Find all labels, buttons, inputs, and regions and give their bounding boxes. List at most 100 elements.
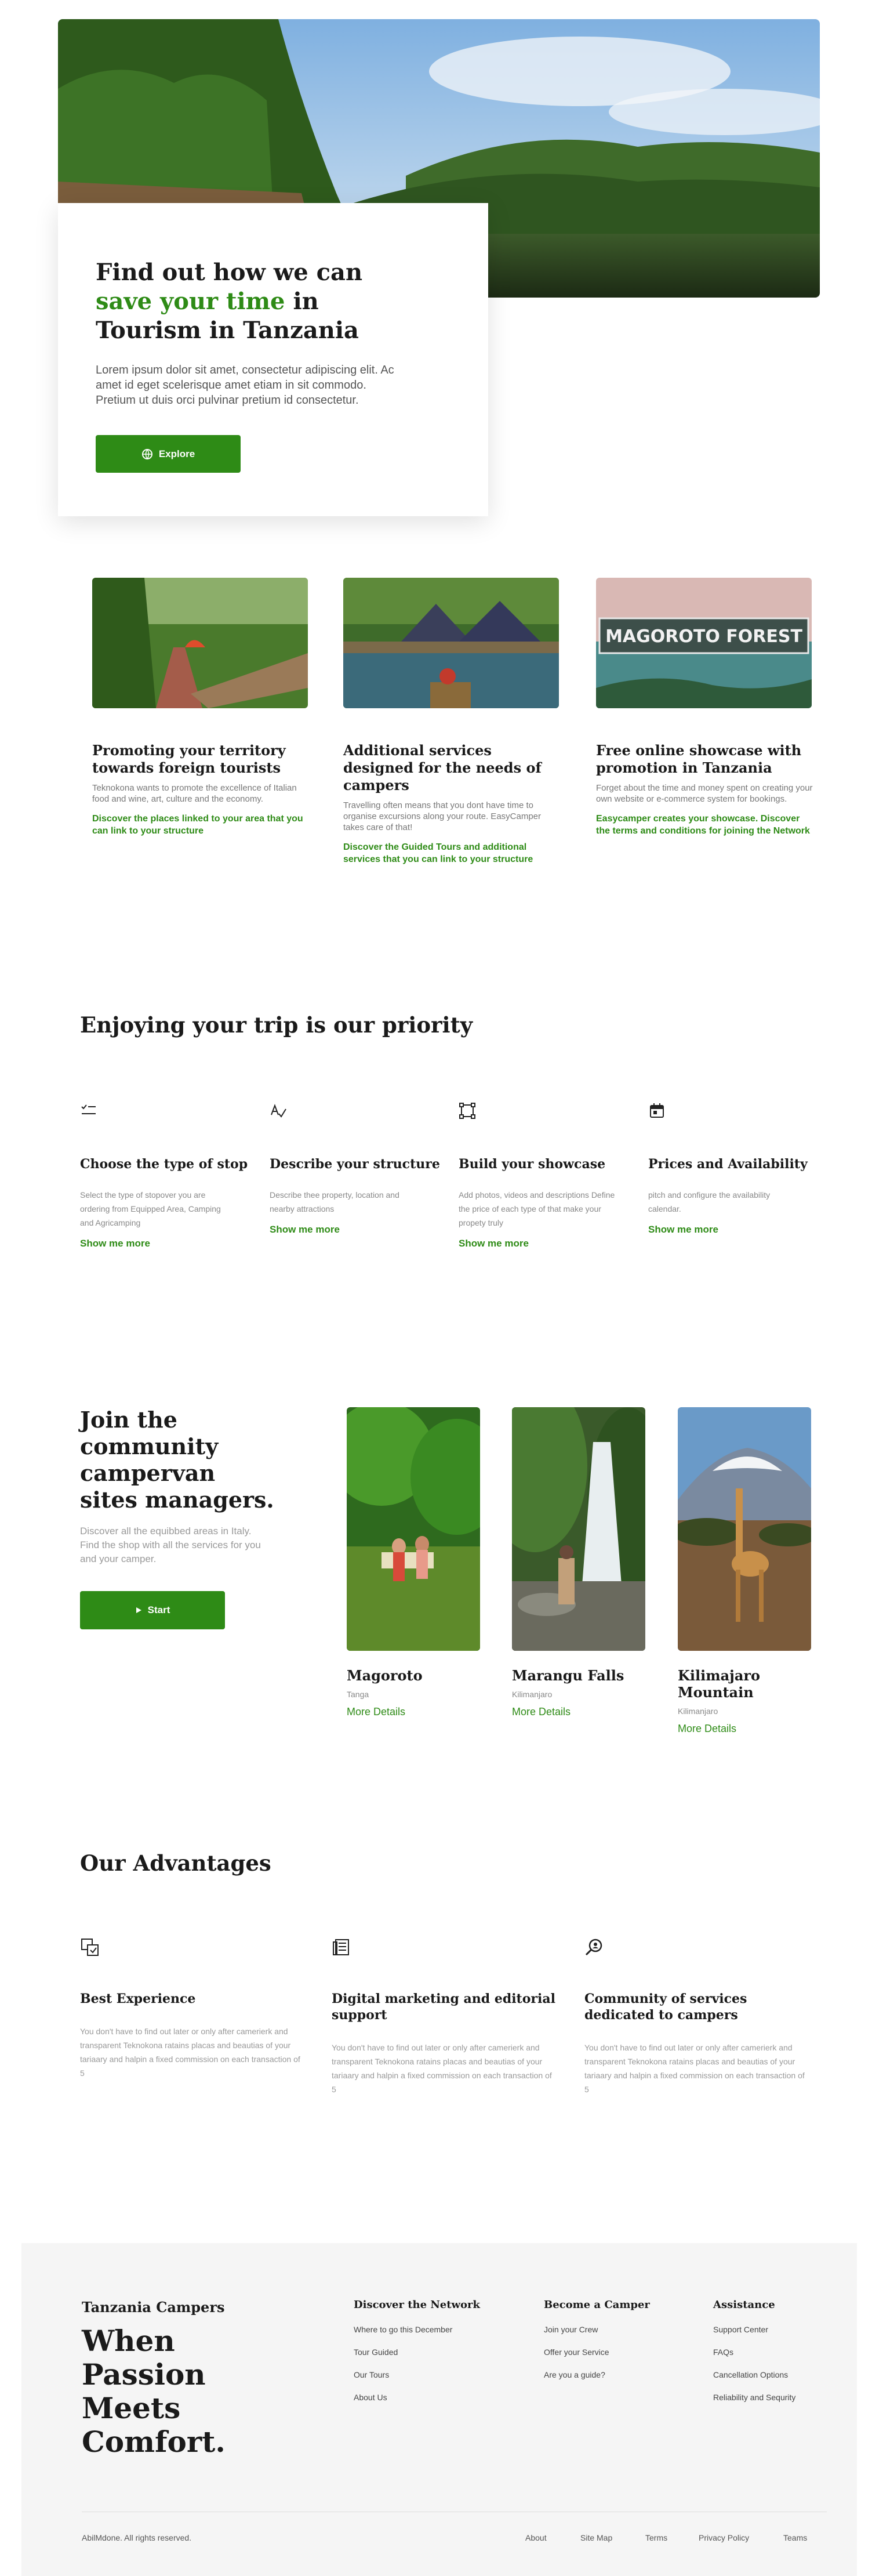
footer-link[interactable]: Join your Crew <box>544 2325 650 2334</box>
show-more-link[interactable]: Show me more <box>648 1224 822 1236</box>
list-check-icon <box>81 1104 96 1114</box>
step-description: Add photos, videos and descriptions Defi… <box>459 1190 615 1227</box>
footer-column-assistance: Assistance Support Center FAQs Cancellat… <box>713 2299 795 2415</box>
advantage-title: Community of services dedicated to campe… <box>584 1991 747 2023</box>
footer: Tanzania Campers When Passion Meets Comf… <box>21 2243 857 2576</box>
show-more-link[interactable]: Show me more <box>80 1238 254 1249</box>
start-button[interactable]: Start <box>80 1591 225 1629</box>
advantage-description: You don't have to find out later or only… <box>80 2027 300 2078</box>
feature-link[interactable]: Easycamper creates your showcase. Discov… <box>596 813 813 837</box>
experience-icon <box>81 1939 99 1956</box>
legal-link-terms[interactable]: Terms <box>645 2533 667 2542</box>
feature-link[interactable]: Discover the places linked to your area … <box>92 813 310 837</box>
feature-title: Free online showcase with promotion in T… <box>596 742 802 776</box>
vector-square-icon <box>459 1103 475 1119</box>
footer-link[interactable]: Support Center <box>713 2325 795 2334</box>
place-image-marangu-falls <box>512 1407 645 1651</box>
legal-link-privacy[interactable]: Privacy Policy <box>699 2533 749 2542</box>
feature-card: MAGOROTO FOREST Free online showcase wit… <box>596 578 813 837</box>
footer-brand: Tanzania Campers <box>82 2299 225 2316</box>
feature-title: Additional services designed for the nee… <box>343 742 542 794</box>
explore-button[interactable]: Explore <box>96 435 241 473</box>
search-community-icon <box>585 1939 602 1956</box>
footer-slogan: When Passion Meets Comfort. <box>82 2324 226 2459</box>
footer-link[interactable]: Are you a guide? <box>544 2370 650 2379</box>
footer-link[interactable]: Our Tours <box>354 2370 480 2379</box>
play-icon <box>136 1607 141 1613</box>
feature-description: Travelling often means that you dont hav… <box>343 800 542 832</box>
footer-column-title: Assistance <box>713 2299 775 2311</box>
footer-link[interactable]: Cancellation Options <box>713 2370 795 2379</box>
place-card[interactable]: Magoroto Tanga More Details <box>347 1407 497 1718</box>
footer-column-camper: Become a Camper Join your Crew Offer you… <box>544 2299 650 2393</box>
footer-link[interactable]: About Us <box>354 2393 480 2402</box>
community-description: Discover all the equibbed areas in Italy… <box>80 1526 261 1564</box>
advantage-card: Digital marketing and editorial support … <box>332 1937 558 2096</box>
step-card: Prices and Availability pitch and config… <box>648 1102 822 1236</box>
priority-section-title: Enjoying your trip is our priority <box>80 1012 473 1038</box>
footer-link[interactable]: Reliability and Sequrity <box>713 2393 795 2402</box>
step-title: Describe your structure <box>270 1157 440 1172</box>
more-details-link[interactable]: More Details <box>347 1706 497 1718</box>
step-description: pitch and configure the availability cal… <box>648 1190 771 1213</box>
step-title: Choose the type of stop <box>80 1157 248 1172</box>
place-image-magoroto <box>347 1407 480 1651</box>
step-title: Prices and Availability <box>648 1157 808 1172</box>
footer-link[interactable]: Where to go this December <box>354 2325 480 2334</box>
community-title: Join the community campervan sites manag… <box>80 1407 274 1513</box>
advantage-description: You don't have to find out later or only… <box>332 2043 552 2094</box>
place-card[interactable]: Kilimajaro Mountain Kilimanjaro More Det… <box>678 1407 829 1735</box>
place-region: Tanga <box>347 1690 369 1699</box>
footer-column-discover: Discover the Network Where to go this De… <box>354 2299 480 2415</box>
advantage-card: Community of services dedicated to campe… <box>584 1937 811 2096</box>
footer-link[interactable]: Offer your Service <box>544 2347 650 2357</box>
legal-link-about[interactable]: About <box>525 2533 547 2542</box>
feature-card: Promoting your territory towards foreign… <box>92 578 310 837</box>
advantage-card: Best Experience You don't have to find o… <box>80 1937 306 2080</box>
place-name: Magoroto <box>347 1667 423 1684</box>
advantages-section-title: Our Advantages <box>80 1850 271 1876</box>
feature-title: Promoting your territory towards foreign… <box>92 742 286 776</box>
step-card: Choose the type of stop Select the type … <box>80 1102 254 1249</box>
hero-card: Find out how we can save your time in To… <box>58 203 488 516</box>
show-more-link[interactable]: Show me more <box>459 1238 633 1249</box>
place-region: Kilimanjaro <box>512 1690 553 1699</box>
copyright: AbilMdone. All rights reserved. <box>82 2533 192 2542</box>
globe-icon <box>141 448 152 459</box>
place-region: Kilimanjaro <box>678 1707 718 1716</box>
footer-link[interactable]: FAQs <box>713 2347 795 2357</box>
step-description: Describe thee property, location and nea… <box>270 1190 399 1213</box>
feature-card: Additional services designed for the nee… <box>343 578 561 865</box>
feature-link[interactable]: Discover the Guided Tours and additional… <box>343 841 561 865</box>
footer-column-title: Become a Camper <box>544 2299 650 2311</box>
place-image-kilimanjaro <box>678 1407 811 1651</box>
footer-column-title: Discover the Network <box>354 2299 481 2311</box>
feature-image-tents <box>343 578 559 708</box>
legal-link-teams[interactable]: Teams <box>783 2533 807 2542</box>
magoroto-forest-sign: MAGOROTO FOREST <box>605 626 802 647</box>
feature-description: Teknokona wants to promote the excellenc… <box>92 783 297 804</box>
advantage-title: Best Experience <box>80 1991 196 2006</box>
feature-image-campsite <box>92 578 308 708</box>
newspaper-icon <box>333 1939 349 1955</box>
calendar-icon <box>650 1103 664 1118</box>
feature-description: Forget about the time and money spent on… <box>596 783 813 804</box>
feature-image-forest-sign: MAGOROTO FOREST <box>596 578 812 708</box>
legal-link-site-map[interactable]: Site Map <box>580 2533 612 2542</box>
advantage-description: You don't have to find out later or only… <box>584 2043 805 2094</box>
step-description: Select the type of stopover you are orde… <box>80 1190 221 1227</box>
more-details-link[interactable]: More Details <box>678 1723 829 1735</box>
hero-title: Find out how we can save your time in To… <box>96 259 363 344</box>
show-more-link[interactable]: Show me more <box>270 1224 444 1236</box>
place-name: Kilimajaro Mountain <box>678 1667 761 1701</box>
step-title: Build your showcase <box>459 1157 606 1172</box>
hero-description: Lorem ipsum dolor sit amet, consectetur … <box>96 364 394 407</box>
place-name: Marangu Falls <box>512 1667 624 1684</box>
advantage-title: Digital marketing and editorial support <box>332 1991 555 2023</box>
step-card: Build your showcase Add photos, videos a… <box>459 1102 633 1249</box>
more-details-link[interactable]: More Details <box>512 1706 663 1718</box>
place-card[interactable]: Marangu Falls Kilimanjaro More Details <box>512 1407 663 1718</box>
step-card: Describe your structure Describe thee pr… <box>270 1102 444 1236</box>
footer-link[interactable]: Tour Guided <box>354 2347 480 2357</box>
spell-check-icon <box>271 1104 286 1118</box>
